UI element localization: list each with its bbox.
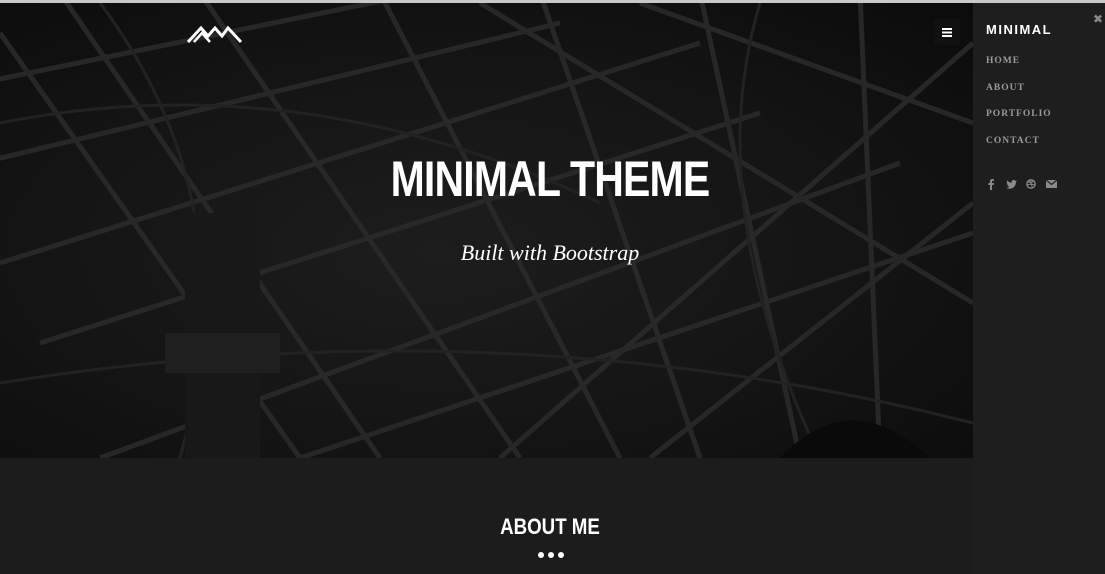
social-links xyxy=(985,178,1057,190)
about-title: ABOUT ME xyxy=(500,514,600,539)
hero-title: MINIMAL THEME xyxy=(390,151,711,207)
divider-dot xyxy=(538,552,544,558)
sidebar-item-contact[interactable]: CONTACT xyxy=(986,136,1052,163)
divider-dot xyxy=(558,552,564,558)
sidebar-item-home[interactable]: HOME xyxy=(986,56,1052,83)
hamburger-menu-icon xyxy=(942,27,952,37)
hero-background-image xyxy=(0,3,973,458)
sidebar-item-about[interactable]: ABOUT xyxy=(986,83,1052,110)
hamburger-menu-button[interactable] xyxy=(934,19,960,45)
mountains-logo-icon[interactable] xyxy=(185,19,243,47)
sidebar-nav: HOME ABOUT PORTFOLIO CONTACT xyxy=(986,56,1052,162)
hero-section xyxy=(0,3,973,458)
hero-subtitle: Built with Bootstrap xyxy=(460,240,640,265)
section-divider-dots xyxy=(538,552,564,558)
sidebar-item-portfolio[interactable]: PORTFOLIO xyxy=(986,109,1052,136)
email-icon[interactable] xyxy=(1045,178,1057,190)
dribbble-icon[interactable] xyxy=(1025,178,1037,190)
divider-dot xyxy=(548,552,554,558)
close-icon[interactable]: ✖ xyxy=(1091,12,1105,26)
twitter-icon[interactable] xyxy=(1005,178,1017,190)
sidebar-brand[interactable]: MINIMAL xyxy=(986,22,1052,37)
facebook-icon[interactable] xyxy=(985,178,997,190)
